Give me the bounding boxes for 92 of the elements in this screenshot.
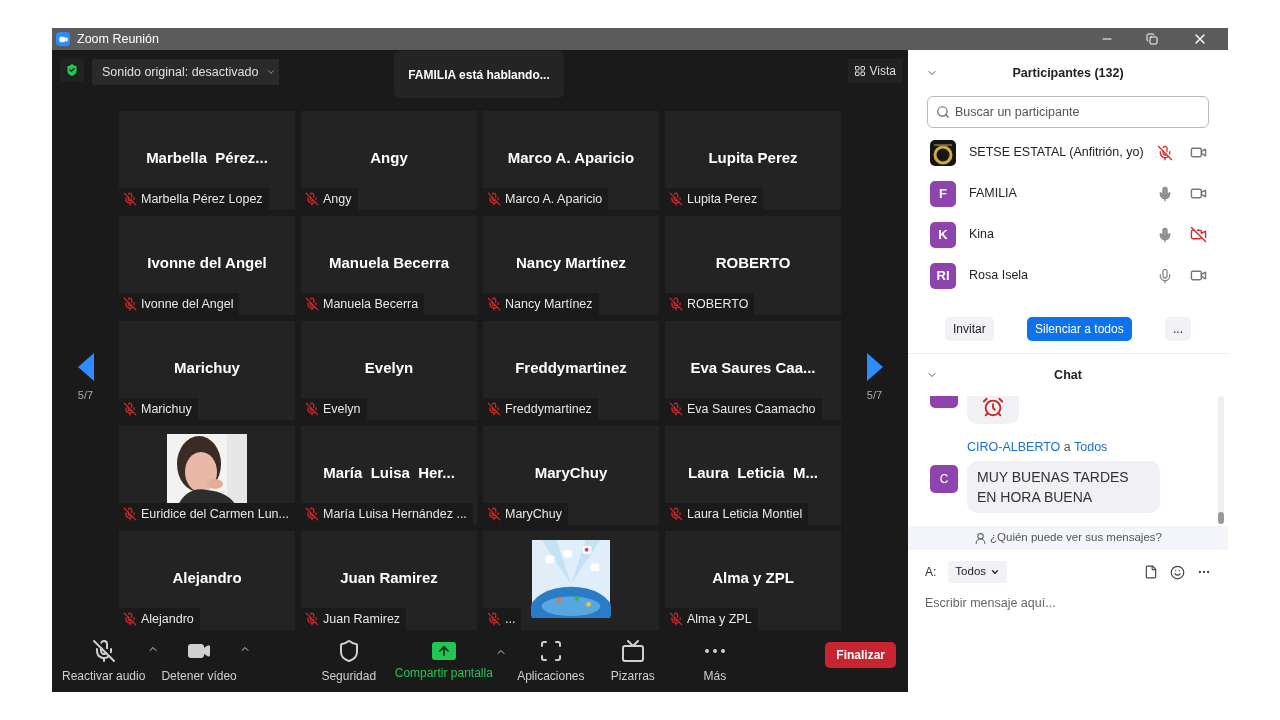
message-input[interactable]: Escribir mensaje aquí... [925,594,1211,613]
recipient-name: Todos [1074,440,1108,454]
previous-page-arrow-icon[interactable] [77,353,94,381]
participant-name: María Luisa Her... [323,463,455,484]
participant-row[interactable]: RI Rosa Isela [908,255,1228,296]
label-text: Marco A. Aparicio [505,190,603,208]
search-field[interactable]: Buscar un participante [927,96,1209,128]
toolbar-button[interactable]: Pizarras [594,639,671,685]
label-text: MaryChuy [505,505,562,523]
panel-title: Participantes (132) [1012,64,1124,82]
participant-name: Marbella Pérez... [146,148,268,169]
panel-button[interactable]: ... [1164,316,1191,341]
label-text: Manuela Becerra [323,295,419,313]
panel-button[interactable]: Silenciar a todos [1026,316,1132,341]
emoji-icon[interactable] [1170,564,1185,580]
label-text: Angy [323,190,352,208]
label-text: Nancy Martínez [505,295,593,313]
page-indicator: 5/7 [866,388,883,403]
label-text: Evelyn [323,400,361,418]
page-indicator: 5/7 [77,388,94,403]
toolbar-button[interactable]: Detener vídeo [159,639,239,685]
label-text: Alma y ZPL [687,610,752,628]
security-badge[interactable] [60,58,84,82]
participant-name: Ivonne del Angel [147,253,267,274]
participant-name: Marichuy [174,358,240,379]
app-logo-icon [56,32,70,46]
participant-name: Laura Leticia M... [687,463,818,484]
participant-name: ROBERTO [715,253,791,274]
label-text: ROBERTO [687,295,749,313]
participant-name: Evelyn [364,358,414,379]
label-text: Eva Saures Caamacho [687,400,816,418]
recipient-label: A: [925,564,937,581]
file-icon[interactable] [1144,565,1158,579]
apps-icon [538,639,563,663]
participant-name: Marco A. Aparicio [507,148,635,169]
scrollbar[interactable] [1218,396,1224,524]
connector-text: a [1062,440,1072,454]
person-icon [974,531,987,545]
chevron-down-icon [990,567,1001,577]
label-text: Euridice del Carmen Lun... [141,505,289,523]
search-icon [936,105,950,119]
label-text: Juan Ramirez [323,610,401,628]
panel-title: Chat [1054,366,1082,384]
recipient-dropdown[interactable]: Todos [948,561,1008,583]
participant-row[interactable]: K Kina [908,214,1228,255]
label-text: Laura Leticia Montiel [687,505,803,523]
participant-name: Alma y ZPL [712,568,794,589]
more-icon [704,649,725,653]
participant-name: Eva Saures Caa... [690,358,816,379]
participant-name: Nancy Martínez [515,253,626,274]
participant-name: Lupita Perez [708,148,798,169]
avatar: RI [930,262,956,289]
end-meeting-button[interactable]: Finalizar [825,642,896,668]
muted-mic-icon[interactable] [1156,144,1173,161]
avatar: C [930,464,958,493]
label-text: María Luisa Hernández ... [323,505,467,523]
label-text: Marbella Pérez Lopez [141,190,263,208]
video-off-icon[interactable] [1189,226,1207,243]
sender-name: CIRO-ALBERTO [967,440,1061,454]
next-page-arrow-icon[interactable] [866,353,883,381]
toolbar-button[interactable]: Reactivar audio [60,639,148,685]
grid-icon [853,65,866,77]
participant-row[interactable]: F FAMILIA [908,173,1228,214]
label-text: Lupita Perez [687,190,758,208]
speaker-notice: FAMILIA está hablando... [394,51,564,98]
whiteboard-icon [620,639,645,663]
avatar: K [930,221,956,248]
view-button[interactable]: Vista [847,59,902,83]
toolbar-button[interactable]: Compartir pantalla [392,642,495,682]
participant-name: Manuela Becerra [328,253,450,274]
participant-row[interactable]: SETSE ESTATAL (Anfitrión, yo) [908,132,1228,173]
participant-name: Juan Ramirez [340,568,438,589]
toolbar-button[interactable]: Seguridad [310,639,387,685]
participant-name: MaryChuy [534,463,608,484]
privacy-note[interactable]: ¿Quién puede ver sus mensajes? [908,526,1228,550]
window-title: Zoom Reunión [77,30,159,48]
label-text: Freddymartinez [505,400,592,418]
label-text: Ivonne del Angel [141,295,234,313]
label-text: ... [505,610,516,628]
participant-name: Angy [370,148,408,169]
label-text: Alejandro [141,610,194,628]
toolbar-button[interactable]: Aplicaciones [512,639,589,685]
avatar: F [930,180,956,207]
alarm-clock-icon [982,396,1004,418]
restore-icon[interactable] [1146,33,1158,45]
participant-name: Freddymartinez [515,358,627,379]
panel-button[interactable]: Invitar [945,316,994,341]
participant-name: Alejandro [172,568,242,589]
share-screen-icon [431,642,456,660]
label-text: Marichuy [141,400,192,418]
message-bubble: MUY BUENAS TARDES EN HORA BUENA [967,460,1160,513]
toolbar-button[interactable]: Más [676,639,753,685]
